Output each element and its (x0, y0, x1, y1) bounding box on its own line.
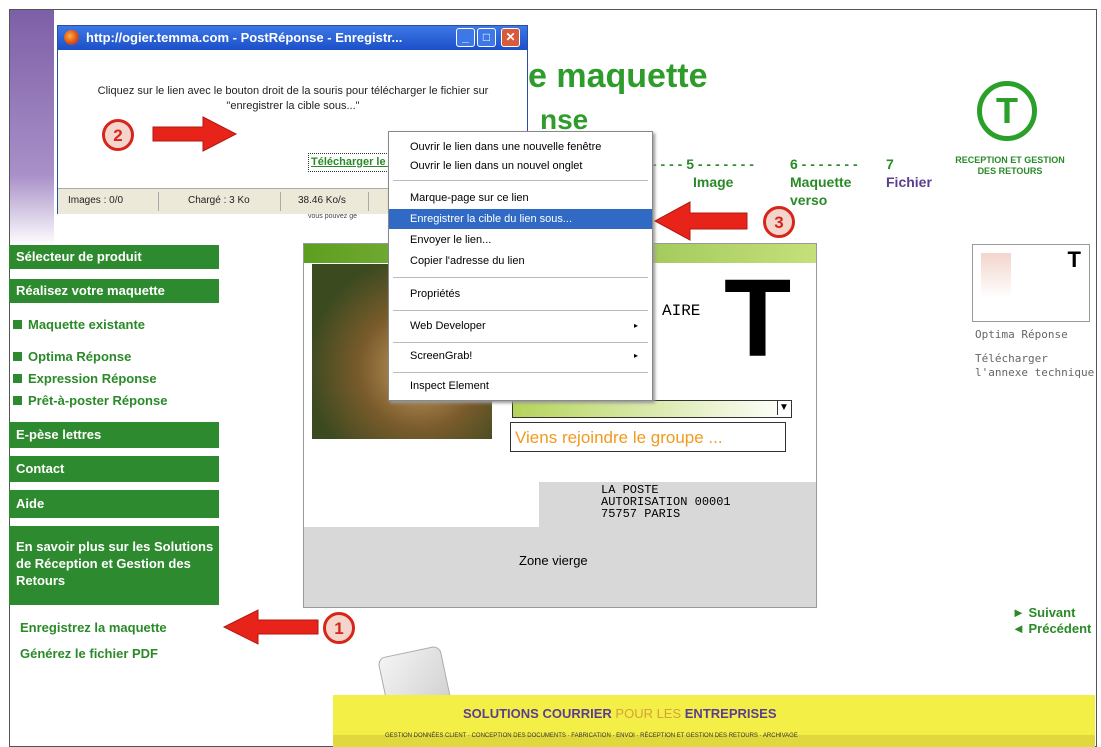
annotation-arrows (152, 116, 748, 645)
annotation-1: 1 (323, 612, 355, 644)
arrow-2-icon (152, 116, 238, 152)
arrow-3-icon (653, 201, 748, 241)
annotation-2: 2 (102, 119, 134, 151)
annotation-3: 3 (763, 206, 795, 238)
arrow-1-icon (222, 609, 319, 645)
